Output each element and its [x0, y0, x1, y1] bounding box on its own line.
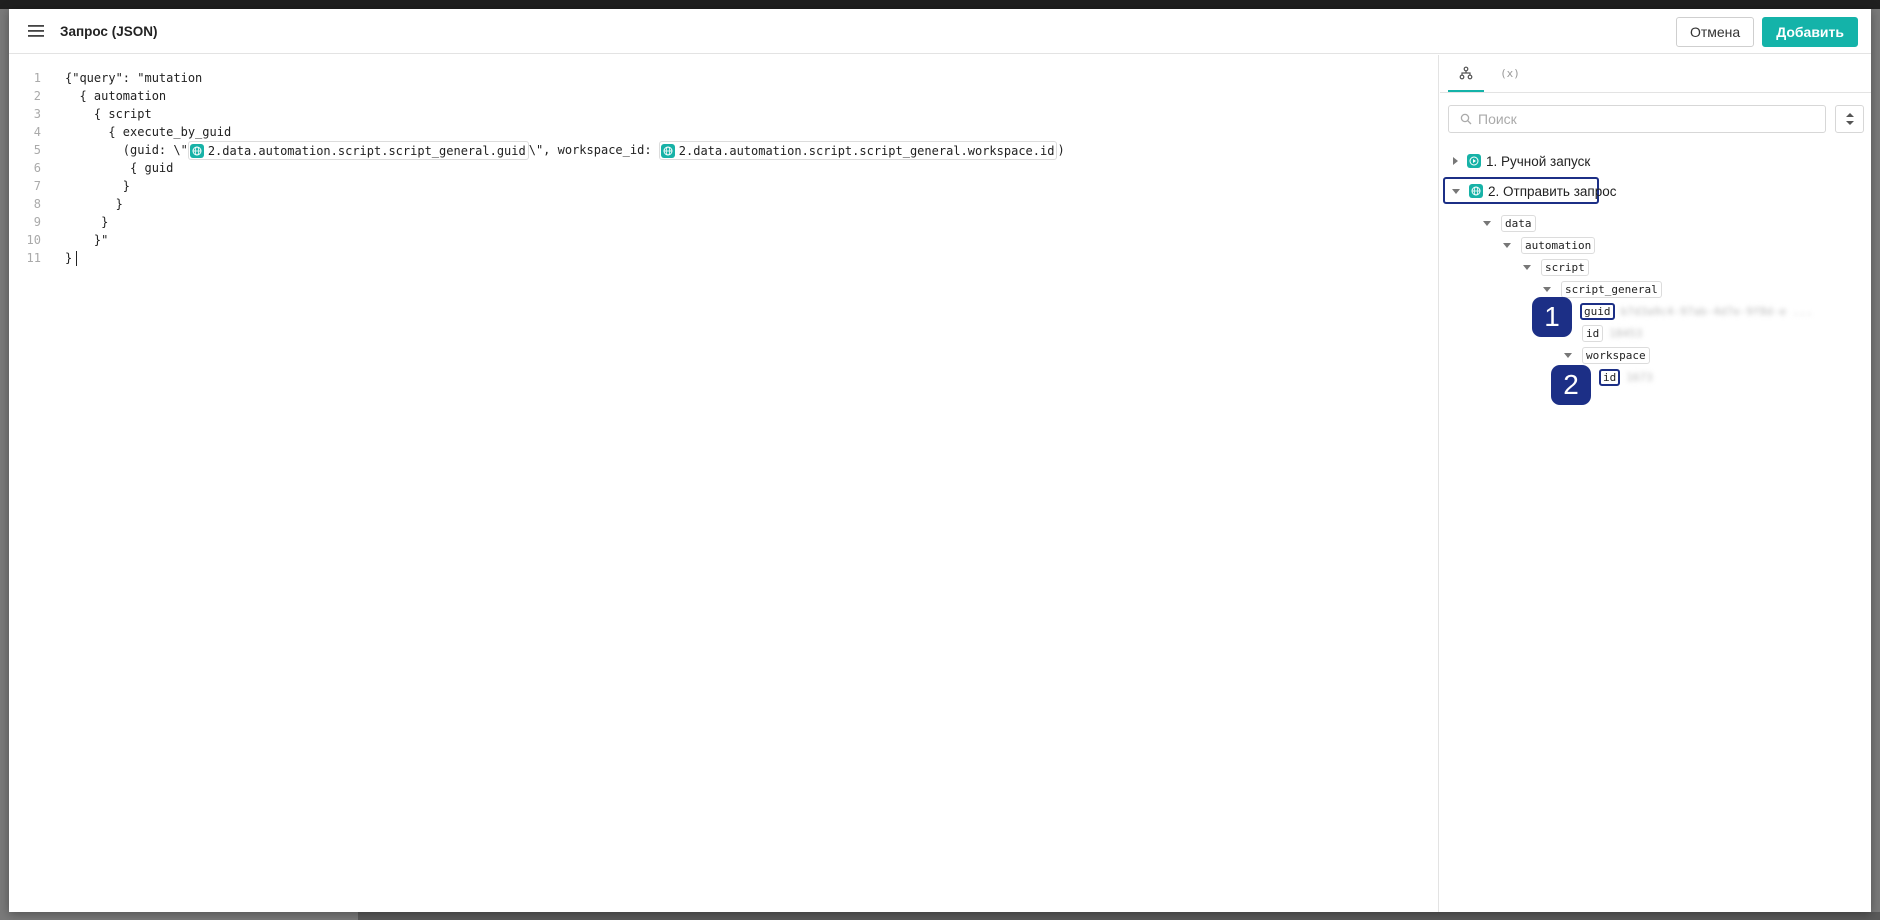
collapse-caret-icon[interactable] — [1483, 220, 1491, 226]
code-fragment: {"query": "mutation — [65, 71, 203, 85]
backdrop-bar — [358, 912, 1880, 920]
variable-chip-label: 2.data.automation.script.script_general.… — [678, 143, 1055, 158]
key-automation[interactable]: automation — [1521, 236, 1596, 254]
tree-node-id[interactable]: id 18453 — [1582, 323, 1642, 343]
search-box[interactable] — [1448, 105, 1826, 133]
code-fragment: { guid — [65, 161, 174, 175]
line-number: 11 — [26, 251, 41, 265]
play-icon — [1467, 154, 1481, 168]
tree-node-script[interactable]: script — [1523, 257, 1589, 277]
code-fragment: }" — [65, 233, 109, 247]
code-text[interactable]: } — [65, 195, 123, 213]
code-fragment: } — [65, 179, 131, 193]
id-value: 18453 — [1609, 326, 1643, 340]
variable-chip-guid[interactable]: 2.data.automation.script.script_general.… — [187, 141, 529, 160]
workspace-id-value: 1673 — [1626, 370, 1653, 384]
line-number: 2 — [33, 89, 41, 103]
json-code-editor[interactable]: 1 {"query": "mutation 2 { automation 3 { sc… — [9, 55, 1439, 912]
text-cursor — [76, 251, 78, 266]
line-number: 5 — [33, 143, 41, 157]
code-fragment: } — [65, 251, 73, 265]
code-text[interactable]: } — [65, 177, 130, 195]
code-fragment: } — [65, 197, 123, 211]
key-guid[interactable]: guid — [1580, 302, 1615, 320]
annotation-marker-1: 1 — [1532, 297, 1572, 337]
variable-chip-workspace-id[interactable]: 2.data.automation.script.script_general.… — [658, 141, 1058, 160]
line-number: 7 — [33, 179, 41, 193]
tab-variables[interactable]: (x) — [1492, 55, 1528, 92]
key-id[interactable]: id — [1582, 324, 1604, 342]
guid-value: b7d3a9c4-97ab-4d7e-9f8d-e ... — [1620, 304, 1813, 318]
step-1-label: 1. Ручной запуск — [1486, 153, 1591, 169]
globe-icon — [1469, 184, 1483, 198]
code-text[interactable]: } — [65, 213, 108, 231]
line-number: 8 — [33, 197, 41, 211]
add-button[interactable]: Добавить — [1762, 17, 1858, 47]
code-text[interactable]: { guid — [65, 159, 173, 177]
hamburger-icon — [28, 25, 44, 37]
line-number: 6 — [33, 161, 41, 175]
sort-icon — [1845, 113, 1854, 125]
collapse-caret-icon[interactable] — [1452, 188, 1460, 194]
key-script[interactable]: script — [1541, 258, 1589, 276]
code-text[interactable]: { script — [65, 105, 152, 123]
collapse-caret-icon[interactable] — [1523, 264, 1531, 270]
collapse-caret-icon[interactable] — [1543, 286, 1551, 292]
search-input[interactable] — [1476, 110, 1810, 128]
code-fragment: \", workspace_id: — [528, 143, 659, 157]
code-text[interactable]: { automation — [65, 87, 166, 105]
code-text[interactable]: }" — [65, 231, 108, 249]
data-picker-panel: (x) 1. Ручной запуск — [1440, 55, 1871, 912]
menu-button[interactable] — [22, 17, 50, 45]
key-workspace-id[interactable]: id — [1599, 368, 1621, 386]
step-2-row[interactable]: 2. Отправить запрос — [1452, 181, 1616, 201]
tree-node-workspace-id[interactable]: id 1673 — [1599, 367, 1653, 387]
code-fragment: { script — [65, 107, 152, 121]
line-number: 3 — [33, 107, 41, 121]
json-request-dialog: Запрос (JSON) Отмена Добавить 1 {"query":… — [9, 9, 1871, 912]
globe-icon — [660, 143, 675, 158]
backdrop-strip — [0, 0, 1880, 9]
code-text[interactable]: { execute_by_guid — [65, 123, 231, 141]
code-fragment: (guid: \" — [65, 143, 188, 157]
line-number: 1 — [33, 71, 41, 85]
collapse-caret-icon[interactable] — [1564, 352, 1572, 358]
tree-node-guid[interactable]: guid b7d3a9c4-97ab-4d7e-9f8d-e ... — [1580, 301, 1813, 321]
dialog-header: Запрос (JSON) Отмена Добавить — [9, 9, 1871, 54]
code-fragment: } — [65, 215, 109, 229]
code-fragment: { execute_by_guid — [65, 125, 232, 139]
key-workspace[interactable]: workspace — [1582, 346, 1650, 364]
code-fragment: { automation — [65, 89, 167, 103]
tree-node-automation[interactable]: automation — [1503, 235, 1596, 255]
tab-tree[interactable] — [1448, 55, 1484, 92]
variable-chip-label: 2.data.automation.script.script_general.… — [207, 143, 526, 158]
tree-icon — [1459, 66, 1473, 79]
code-text[interactable]: (guid: \" 2.data.automation.script.script… — [65, 141, 1065, 160]
panel-tabs: (x) — [1440, 55, 1871, 93]
sort-button[interactable] — [1835, 105, 1864, 133]
step-1-row[interactable]: 1. Ручной запуск — [1453, 151, 1590, 171]
line-number: 9 — [33, 215, 41, 229]
code-text[interactable]: } — [65, 249, 78, 267]
expand-caret-icon[interactable] — [1453, 157, 1458, 165]
annotation-marker-2: 2 — [1551, 365, 1591, 405]
search-icon — [1460, 113, 1472, 125]
key-script-general[interactable]: script_general — [1561, 280, 1662, 298]
code-fragment: ) — [1057, 143, 1065, 157]
tree-node-workspace[interactable]: workspace — [1564, 345, 1650, 365]
collapse-caret-icon[interactable] — [1503, 242, 1511, 248]
cancel-button[interactable]: Отмена — [1675, 17, 1755, 47]
globe-icon — [189, 143, 204, 158]
key-data[interactable]: data — [1501, 214, 1536, 232]
step-2-label: 2. Отправить запрос — [1488, 183, 1617, 199]
line-number: 10 — [26, 233, 41, 247]
code-text[interactable]: {"query": "mutation — [65, 69, 202, 87]
dialog-title: Запрос (JSON) — [60, 23, 158, 39]
tree-node-script-general[interactable]: script_general — [1543, 279, 1662, 299]
tree-node-data[interactable]: data — [1483, 213, 1536, 233]
line-number: 4 — [33, 125, 41, 139]
